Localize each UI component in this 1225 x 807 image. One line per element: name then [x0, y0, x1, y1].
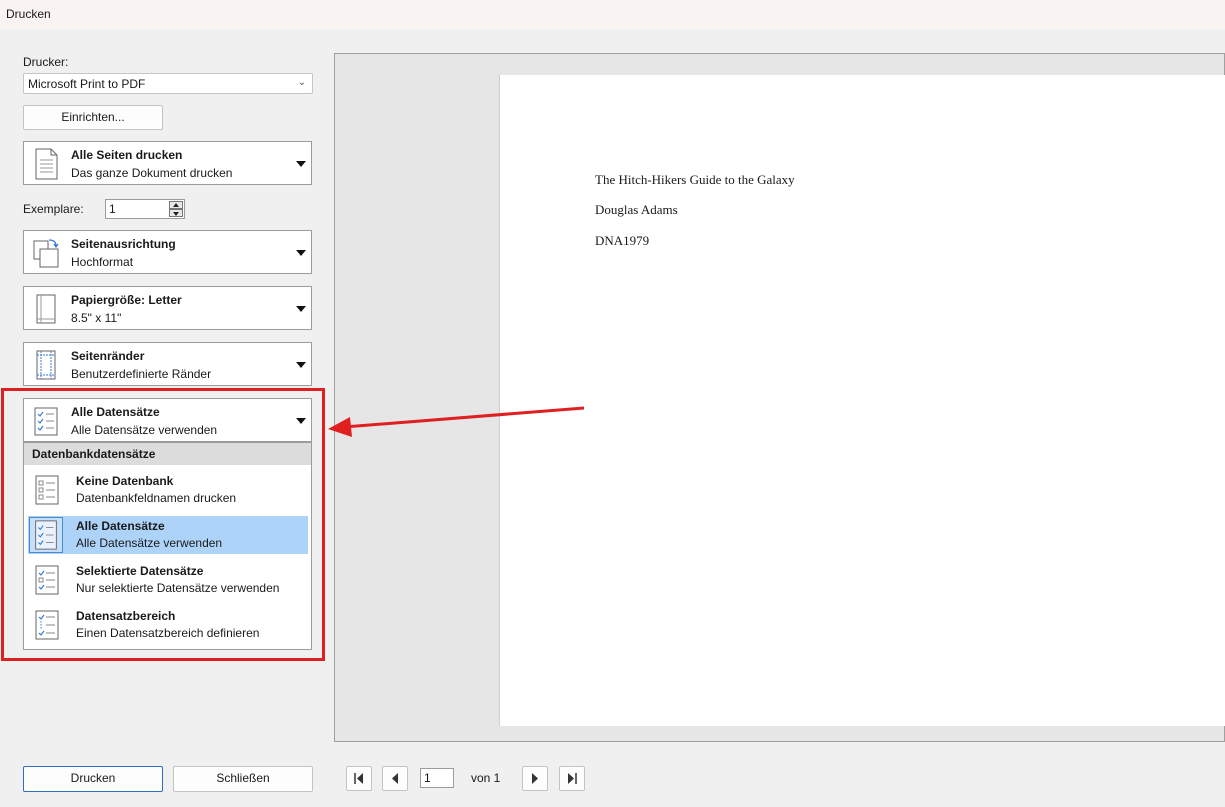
- paper-size-subtitle: 8.5" x 11": [71, 311, 122, 325]
- pages-setting-subtitle: Das ganze Dokument drucken: [71, 166, 233, 180]
- preview-line: The Hitch-Hikers Guide to the Galaxy: [595, 172, 795, 187]
- orientation-subtitle: Hochformat: [71, 255, 134, 269]
- preview-line: Douglas Adams: [595, 202, 678, 217]
- current-page-input[interactable]: 1: [420, 768, 454, 788]
- orientation-icon: [33, 239, 59, 268]
- dropdown-arrow-icon: [296, 362, 306, 368]
- copies-value: 1: [109, 202, 116, 216]
- last-page-icon: [568, 773, 577, 784]
- printer-label: Drucker:: [23, 55, 69, 69]
- next-page-button[interactable]: [522, 766, 548, 791]
- window-title: Drucken: [0, 0, 1225, 29]
- paper-size-setting[interactable]: Papiergröße: Letter 8.5" x 11": [23, 286, 312, 330]
- preview-line: DNA1979: [595, 233, 650, 248]
- previous-page-icon: [392, 773, 398, 784]
- spin-down-icon[interactable]: [169, 209, 183, 217]
- first-page-icon: [354, 773, 363, 784]
- chevron-down-icon: ⌄: [297, 77, 306, 88]
- setup-button[interactable]: Einrichten...: [23, 105, 163, 130]
- margins-subtitle: Benutzerdefinierte Ränder: [71, 367, 212, 381]
- last-page-button[interactable]: [559, 766, 585, 791]
- margins-icon: [36, 350, 56, 380]
- printer-select-value: Microsoft Print to PDF: [28, 77, 146, 91]
- dropdown-arrow-icon: [296, 161, 306, 167]
- copies-spinner[interactable]: 1: [105, 199, 185, 219]
- paper-size-title: Papiergröße: Letter: [71, 293, 182, 307]
- margins-setting[interactable]: Seitenränder Benutzerdefinierte Ränder: [23, 342, 312, 386]
- margins-title: Seitenränder: [71, 349, 145, 363]
- pages-setting-title: Alle Seiten drucken: [71, 148, 183, 162]
- annotation-arrow-icon: [328, 406, 585, 437]
- page-total-label: von 1: [471, 771, 501, 785]
- print-button[interactable]: Drucken: [23, 766, 163, 792]
- dropdown-arrow-icon: [296, 250, 306, 256]
- dropdown-arrow-icon: [296, 306, 306, 312]
- first-page-button[interactable]: [346, 766, 372, 791]
- printer-select[interactable]: Microsoft Print to PDF ⌄: [23, 73, 313, 94]
- next-page-icon: [532, 773, 538, 784]
- close-button[interactable]: Schließen: [173, 766, 313, 792]
- copies-label: Exemplare:: [23, 202, 84, 216]
- pages-setting[interactable]: Alle Seiten drucken Das ganze Dokument d…: [23, 141, 312, 185]
- orientation-setting[interactable]: Seitenausrichtung Hochformat: [23, 230, 312, 274]
- document-icon: [35, 148, 58, 180]
- preview-page: The Hitch-Hikers Guide to the Galaxy Dou…: [499, 75, 1225, 726]
- previous-page-button[interactable]: [382, 766, 408, 791]
- paper-size-icon: [36, 294, 56, 324]
- spin-up-icon[interactable]: [169, 201, 183, 209]
- annotation-highlight-box: [1, 388, 325, 661]
- orientation-title: Seitenausrichtung: [71, 237, 176, 251]
